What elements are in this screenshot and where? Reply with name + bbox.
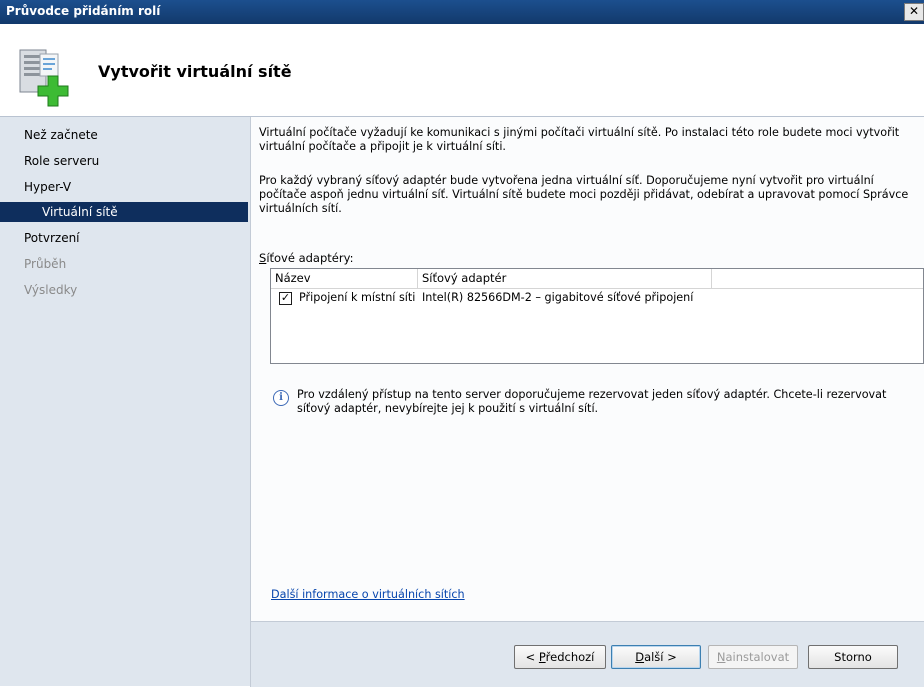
list-header: Název Síťový adaptér xyxy=(271,269,923,289)
info-icon: i xyxy=(273,390,289,406)
cancel-button[interactable]: Storno xyxy=(808,645,898,669)
nav-item-hyper-v[interactable]: Hyper-V xyxy=(24,177,71,197)
column-name[interactable]: Název xyxy=(271,269,418,288)
next-button[interactable]: Další > xyxy=(611,645,701,669)
page-title: Vytvořit virtuální sítě xyxy=(98,62,292,81)
adapter-checkbox[interactable]: ✓ xyxy=(279,292,292,305)
nav-item-before-you-begin[interactable]: Než začnete xyxy=(24,125,98,145)
wizard-window: Průvodce přidáním rolí ✕ Vytvořit virtuá… xyxy=(0,0,924,687)
column-empty xyxy=(712,269,924,288)
list-item[interactable]: ✓ Připojení k místní síti Intel(R) 82566… xyxy=(271,290,923,308)
window-title: Průvodce přidáním rolí xyxy=(6,4,161,18)
title-bar[interactable]: Průvodce přidáním rolí ✕ xyxy=(0,0,924,24)
wizard-footer: < Předchozí Další > Nainstalovat Storno xyxy=(250,621,924,687)
nav-item-progress: Průběh xyxy=(24,257,67,271)
adapters-label: Síťové adaptéry: xyxy=(259,251,354,265)
wizard-nav: Než začnete Role serveru Hyper-V Virtuál… xyxy=(0,117,250,686)
nav-item-virtual-networks[interactable]: Virtuální sítě xyxy=(0,202,248,222)
intro-text: Virtuální počítače vyžadují ke komunikac… xyxy=(259,126,900,153)
content-panel: Virtuální počítače vyžadují ke komunikac… xyxy=(250,117,924,621)
nav-item-server-roles[interactable]: Role serveru xyxy=(24,151,99,171)
close-button[interactable]: ✕ xyxy=(904,3,924,21)
nav-item-results: Výsledky xyxy=(24,283,78,297)
more-info-link[interactable]: Další informace o virtuálních sítích xyxy=(271,588,465,601)
server-add-icon xyxy=(19,49,69,107)
install-button: Nainstalovat xyxy=(708,645,798,669)
back-button[interactable]: < Předchozí xyxy=(514,645,606,669)
description-text: Pro každý vybraný síťový adaptér bude vy… xyxy=(259,174,909,215)
adapters-list[interactable]: Název Síťový adaptér ✓ Připojení k místn… xyxy=(270,268,924,364)
nav-item-confirmation[interactable]: Potvrzení xyxy=(24,228,80,248)
adapter-name: Připojení k místní síti xyxy=(299,291,416,304)
info-text: Pro vzdálený přístup na tento server dop… xyxy=(297,388,887,415)
column-adapter[interactable]: Síťový adaptér xyxy=(418,269,712,288)
wizard-header: Vytvořit virtuální sítě xyxy=(0,24,924,117)
adapter-device: Intel(R) 82566DM-2 – gigabitové síťové p… xyxy=(422,291,694,304)
